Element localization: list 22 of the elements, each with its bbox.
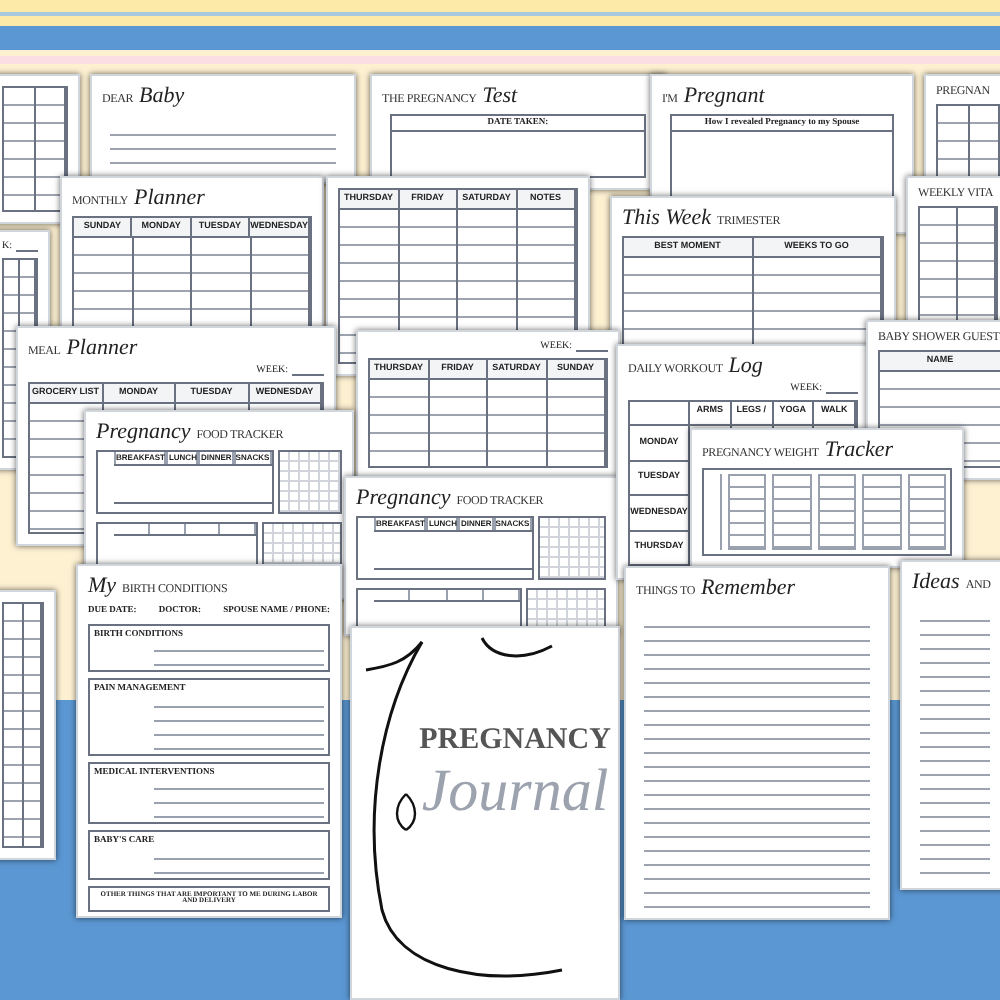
page-title: Pregnant (683, 86, 765, 108)
table-column (728, 474, 767, 550)
table-column (772, 474, 812, 550)
page-title: Test (482, 86, 518, 108)
table-column (862, 474, 902, 550)
page-title: This Week (622, 208, 712, 230)
page-title: Baby (139, 86, 185, 108)
page-title: My (88, 576, 117, 598)
nutrient-grid (537, 516, 606, 580)
page-title: Ideas (912, 572, 960, 594)
page-title: Tracker (824, 440, 894, 462)
page-title: PREGNANCY (419, 725, 611, 755)
page-title: Log (728, 356, 763, 378)
nutrient-grid (277, 450, 342, 514)
table-column (907, 474, 947, 550)
page-title: Journal (421, 761, 609, 821)
page-title: Planner (134, 188, 205, 210)
page-title: Planner (66, 338, 138, 360)
page-title: Remember (700, 578, 796, 600)
page-title: Pregnancy (356, 488, 451, 510)
table-column (817, 474, 857, 550)
page-title: Pregnancy (96, 422, 191, 444)
